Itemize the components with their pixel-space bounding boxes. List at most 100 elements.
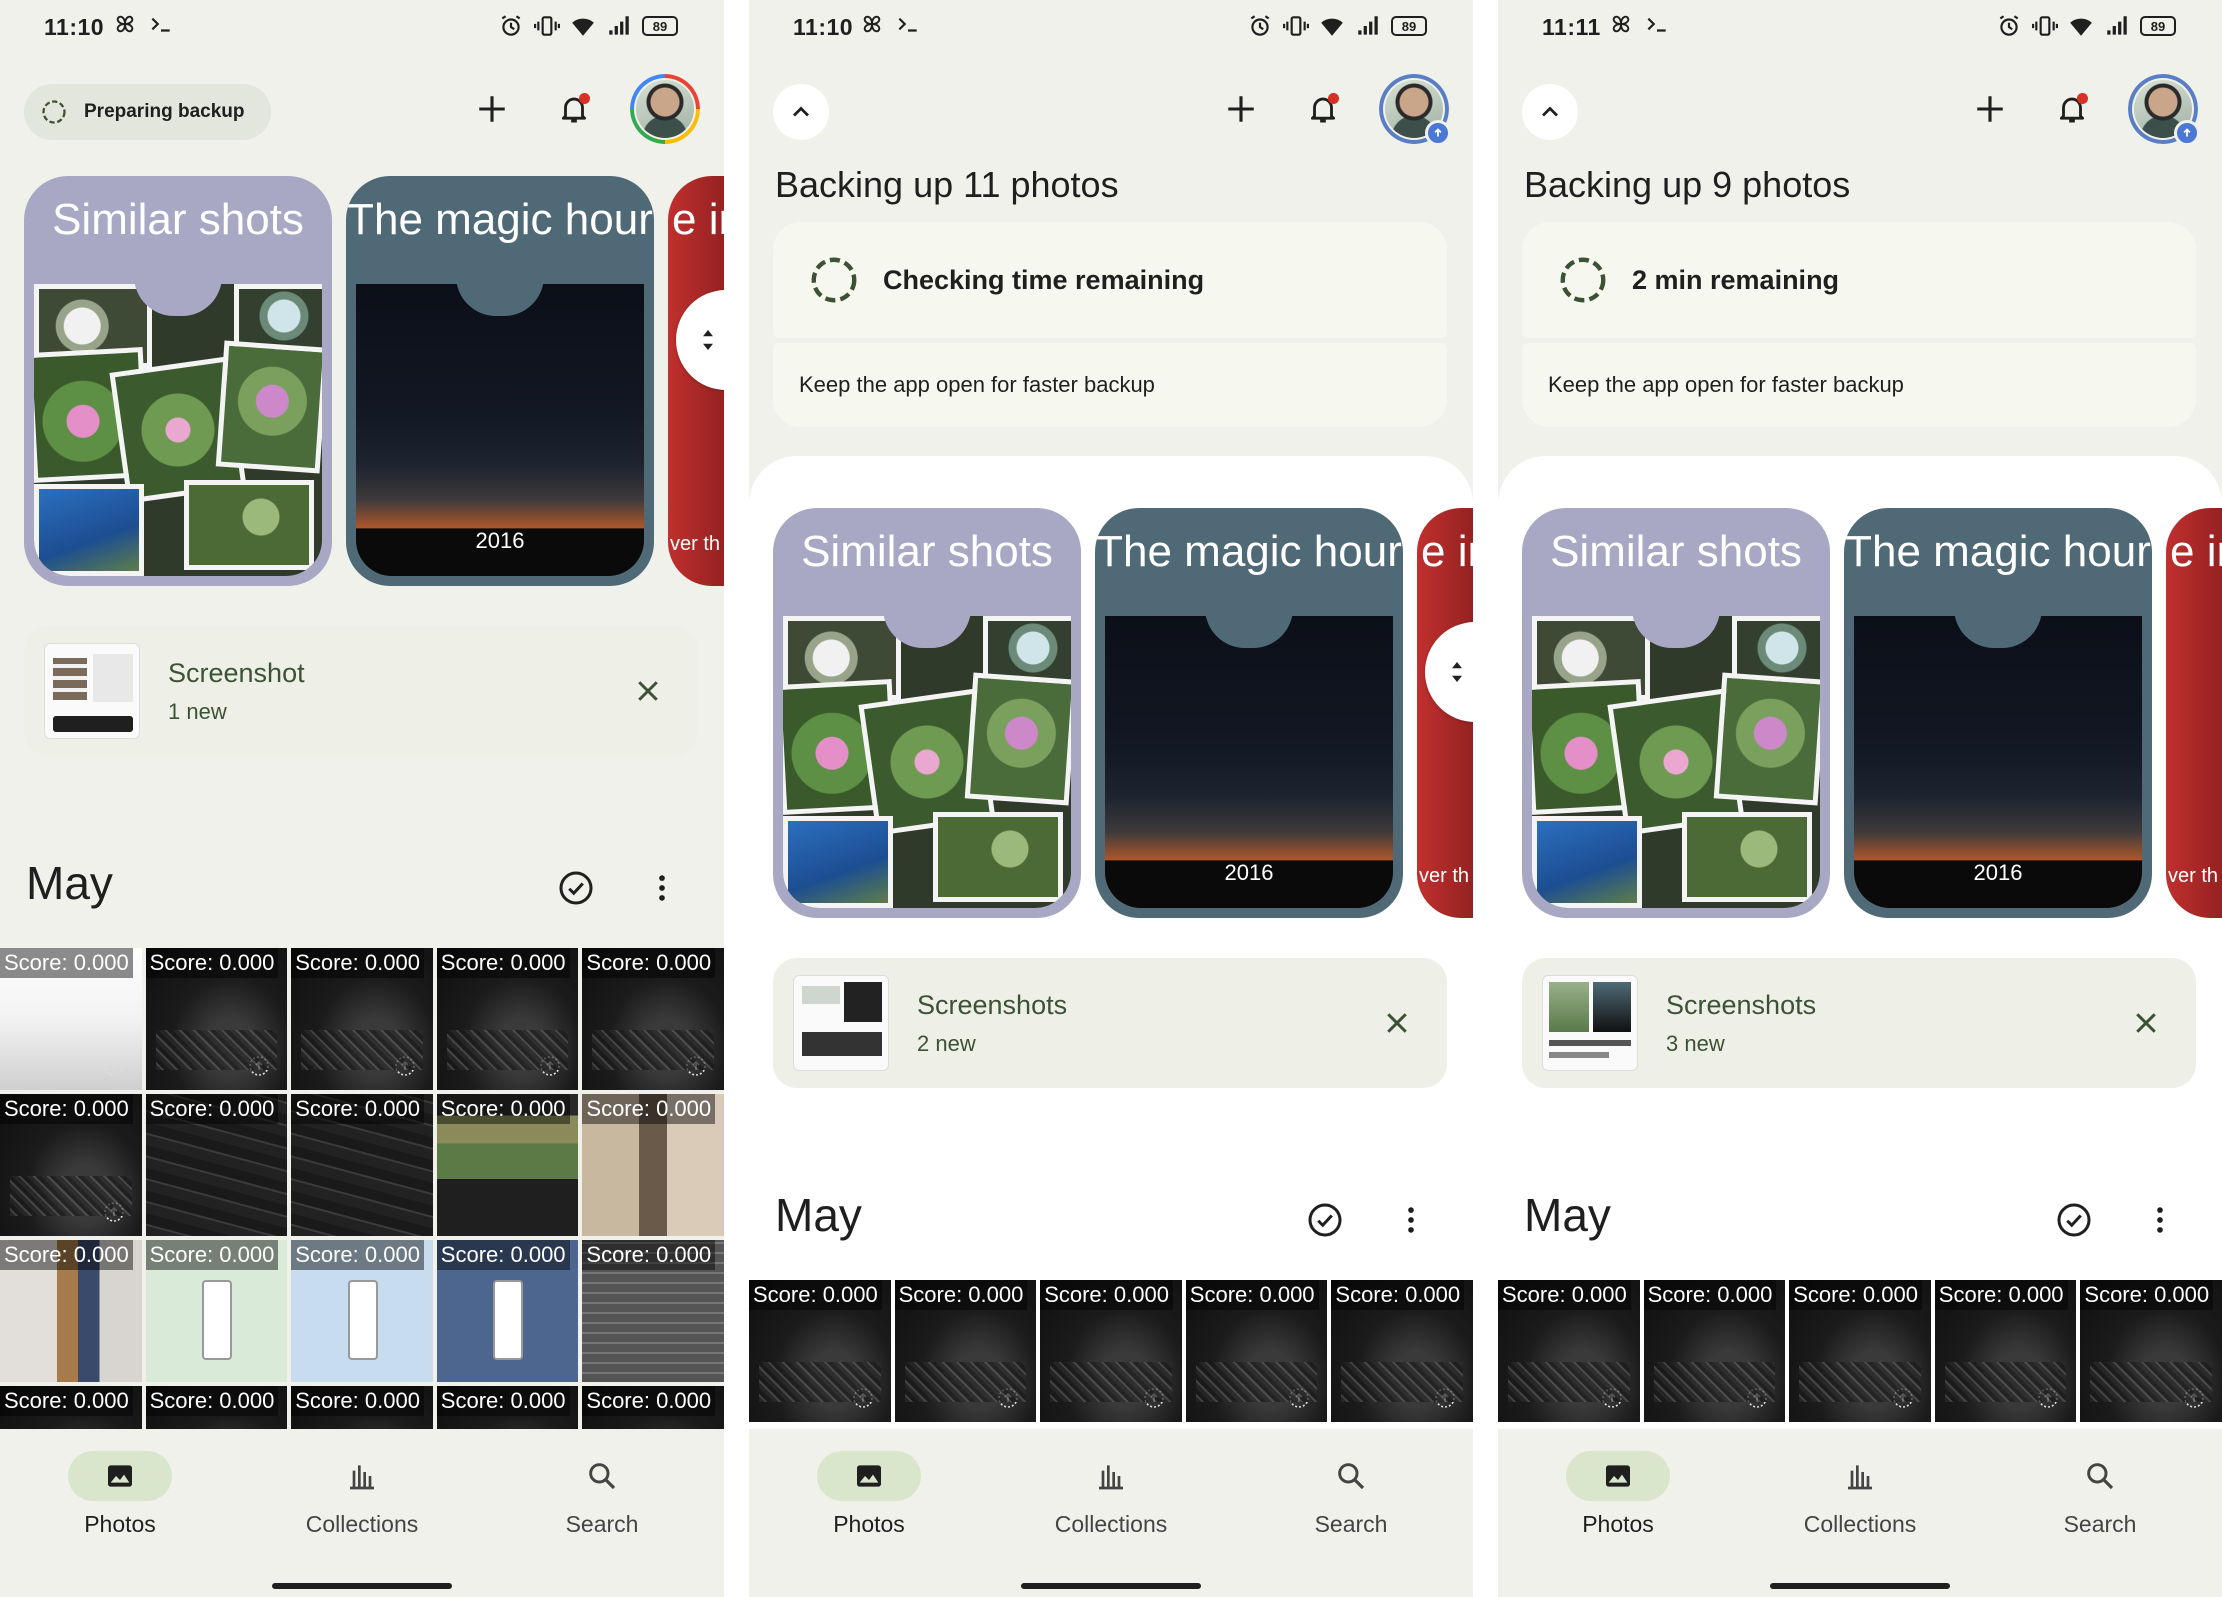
add-button[interactable] bbox=[466, 83, 518, 135]
nav-search[interactable]: Search bbox=[502, 1451, 702, 1538]
dismiss-button[interactable] bbox=[626, 669, 670, 713]
notifications-button[interactable] bbox=[548, 83, 600, 135]
close-icon bbox=[1382, 1008, 1412, 1038]
memory-card-similar-shots[interactable]: Similar shots bbox=[24, 176, 332, 586]
photo-thumbnail[interactable]: Score: 0.000 bbox=[1643, 1280, 1786, 1422]
memories-carousel[interactable]: Similar shots The magic hour 2016 e in v… bbox=[1522, 508, 2222, 918]
nav-search[interactable]: Search bbox=[2000, 1451, 2200, 1538]
suggestion-subtitle: 1 new bbox=[168, 698, 227, 724]
photo-thumbnail[interactable]: Score: 0.000 bbox=[582, 1094, 724, 1236]
photo-thumbnail[interactable]: Score: 0.000 bbox=[582, 948, 724, 1090]
photo-thumbnail[interactable]: Score: 0.000 bbox=[582, 1240, 724, 1382]
photo-thumbnail[interactable]: Score: 0.000 bbox=[749, 1280, 891, 1422]
upload-pending-icon bbox=[1745, 1386, 1769, 1410]
photo-thumbnail[interactable]: Score: 0.000 bbox=[0, 1094, 142, 1236]
photo-thumbnail[interactable]: Score: 0.000 bbox=[1498, 1280, 1640, 1422]
photo-thumbnail[interactable]: Score: 0.000 bbox=[582, 1386, 724, 1429]
screen-3: 11:11 89 Backing up 9 photos 2 min remai… bbox=[1498, 0, 2222, 1597]
chevron-up-icon bbox=[1536, 98, 1564, 126]
notifications-button[interactable] bbox=[2046, 83, 2098, 135]
photo-thumbnail[interactable]: Score: 0.000 bbox=[145, 1386, 288, 1429]
photo-grid: Score: 0.000 Score: 0.000 Score: 0.000 S… bbox=[749, 1280, 1473, 1430]
nav-photos[interactable]: Photos bbox=[20, 1451, 220, 1538]
select-month-button[interactable] bbox=[2048, 1194, 2100, 1246]
photo-thumbnail[interactable]: Score: 0.000 bbox=[0, 948, 142, 1090]
plus-icon bbox=[475, 92, 509, 126]
photo-thumbnail[interactable]: Score: 0.000 bbox=[291, 1386, 433, 1429]
memory-card-magic-hour[interactable]: The magic hour 2016 bbox=[1844, 508, 2152, 918]
photo-thumbnail[interactable]: Score: 0.000 bbox=[436, 1240, 579, 1382]
backup-title: Backing up 9 photos bbox=[1524, 164, 1851, 205]
photo-thumbnail[interactable]: Score: 0.000 bbox=[145, 1240, 288, 1382]
gesture-bar[interactable] bbox=[272, 1583, 452, 1589]
nav-search[interactable]: Search bbox=[1251, 1451, 1451, 1538]
gesture-bar[interactable] bbox=[1021, 1583, 1201, 1589]
photo-thumbnail[interactable]: Score: 0.000 bbox=[291, 1240, 433, 1382]
more-options-button[interactable] bbox=[636, 862, 688, 914]
more-options-button[interactable] bbox=[2134, 1194, 2186, 1246]
backup-status-text: 2 min remaining bbox=[1632, 264, 1840, 295]
memory-collage bbox=[1532, 616, 1820, 908]
score-label: Score: 0.000 bbox=[145, 1240, 279, 1270]
memory-card-magic-hour[interactable]: The magic hour 2016 bbox=[346, 176, 654, 586]
photo-thumbnail[interactable]: Score: 0.000 bbox=[1331, 1280, 1473, 1422]
collapse-backup-button[interactable] bbox=[773, 84, 829, 140]
add-button[interactable] bbox=[1964, 83, 2016, 135]
photo-thumbnail[interactable]: Score: 0.000 bbox=[1185, 1280, 1328, 1422]
photo-thumbnail[interactable]: Score: 0.000 bbox=[291, 948, 433, 1090]
photo-thumbnail[interactable]: Score: 0.000 bbox=[1789, 1280, 1931, 1422]
signal-icon bbox=[606, 13, 632, 39]
nav-photos[interactable]: Photos bbox=[769, 1451, 969, 1538]
screenshot-suggestion-card[interactable]: Screenshot 1 new bbox=[24, 626, 698, 756]
photo-icon bbox=[104, 1460, 136, 1492]
photo-thumbnail[interactable]: Score: 0.000 bbox=[436, 948, 579, 1090]
photo-thumbnail[interactable]: Score: 0.000 bbox=[291, 1094, 433, 1236]
memories-carousel[interactable]: Similar shots The magic hour 2016 e in v… bbox=[24, 176, 724, 586]
screenshot-suggestion-card[interactable]: Screenshots 2 new bbox=[773, 958, 1447, 1088]
photo-thumbnail[interactable]: Score: 0.000 bbox=[2080, 1280, 2222, 1422]
avatar[interactable] bbox=[1379, 74, 1451, 146]
memory-card-similar-shots[interactable]: Similar shots bbox=[1522, 508, 1830, 918]
photo-thumbnail[interactable]: Score: 0.000 bbox=[0, 1240, 142, 1382]
memory-card-partial[interactable]: e in ver th bbox=[2166, 508, 2222, 918]
nav-collections[interactable]: Collections bbox=[1760, 1451, 1960, 1538]
wifi-icon bbox=[570, 13, 596, 39]
photo-thumbnail[interactable]: Score: 0.000 bbox=[0, 1386, 142, 1429]
backup-status-pill[interactable]: Preparing backup bbox=[24, 84, 271, 140]
screenshot-suggestion-card[interactable]: Screenshots 3 new bbox=[1522, 958, 2196, 1088]
select-month-button[interactable] bbox=[550, 862, 602, 914]
more-options-button[interactable] bbox=[1385, 1194, 1437, 1246]
select-month-button[interactable] bbox=[1299, 1194, 1351, 1246]
memories-carousel[interactable]: Similar shots The magic hour 2016 e in v… bbox=[773, 508, 1473, 918]
gesture-bar[interactable] bbox=[1770, 1583, 1950, 1589]
photo-thumbnail[interactable]: Score: 0.000 bbox=[145, 948, 288, 1090]
photo-thumbnail[interactable]: Score: 0.000 bbox=[894, 1280, 1037, 1422]
notifications-button[interactable] bbox=[1297, 83, 1349, 135]
memory-card-magic-hour[interactable]: The magic hour 2016 bbox=[1095, 508, 1403, 918]
dismiss-button[interactable] bbox=[2124, 1001, 2168, 1045]
nav-collections[interactable]: Collections bbox=[1011, 1451, 1211, 1538]
score-label: Score: 0.000 bbox=[1789, 1280, 1922, 1310]
photo-thumbnail[interactable]: Score: 0.000 bbox=[436, 1386, 579, 1429]
photo-thumbnail[interactable]: Score: 0.000 bbox=[1040, 1280, 1182, 1422]
photo-thumbnail[interactable]: Score: 0.000 bbox=[1934, 1280, 2077, 1422]
screen-2: 11:10 89 Backing up 11 photos Checking t… bbox=[749, 0, 1473, 1597]
notification-dot bbox=[579, 93, 590, 104]
memory-collage bbox=[34, 284, 322, 576]
score-label: Score: 0.000 bbox=[145, 948, 279, 978]
avatar[interactable] bbox=[630, 74, 700, 144]
collapse-backup-button[interactable] bbox=[1522, 84, 1578, 140]
suggestion-subtitle: 2 new bbox=[917, 1030, 976, 1056]
nav-photos[interactable]: Photos bbox=[1518, 1451, 1718, 1538]
suggestion-title: Screenshots bbox=[1666, 989, 1817, 1020]
add-button[interactable] bbox=[1215, 83, 1267, 135]
memory-card-similar-shots[interactable]: Similar shots bbox=[773, 508, 1081, 918]
score-label: Score: 0.000 bbox=[145, 1386, 279, 1416]
photo-thumbnail[interactable]: Score: 0.000 bbox=[436, 1094, 579, 1236]
pinwheel-icon bbox=[1608, 11, 1634, 37]
nav-collections[interactable]: Collections bbox=[262, 1451, 462, 1538]
dismiss-button[interactable] bbox=[1375, 1001, 1419, 1045]
photo-thumbnail[interactable]: Score: 0.000 bbox=[145, 1094, 288, 1236]
avatar[interactable] bbox=[2128, 74, 2200, 146]
screenshot-thumbnail bbox=[1542, 975, 1638, 1071]
